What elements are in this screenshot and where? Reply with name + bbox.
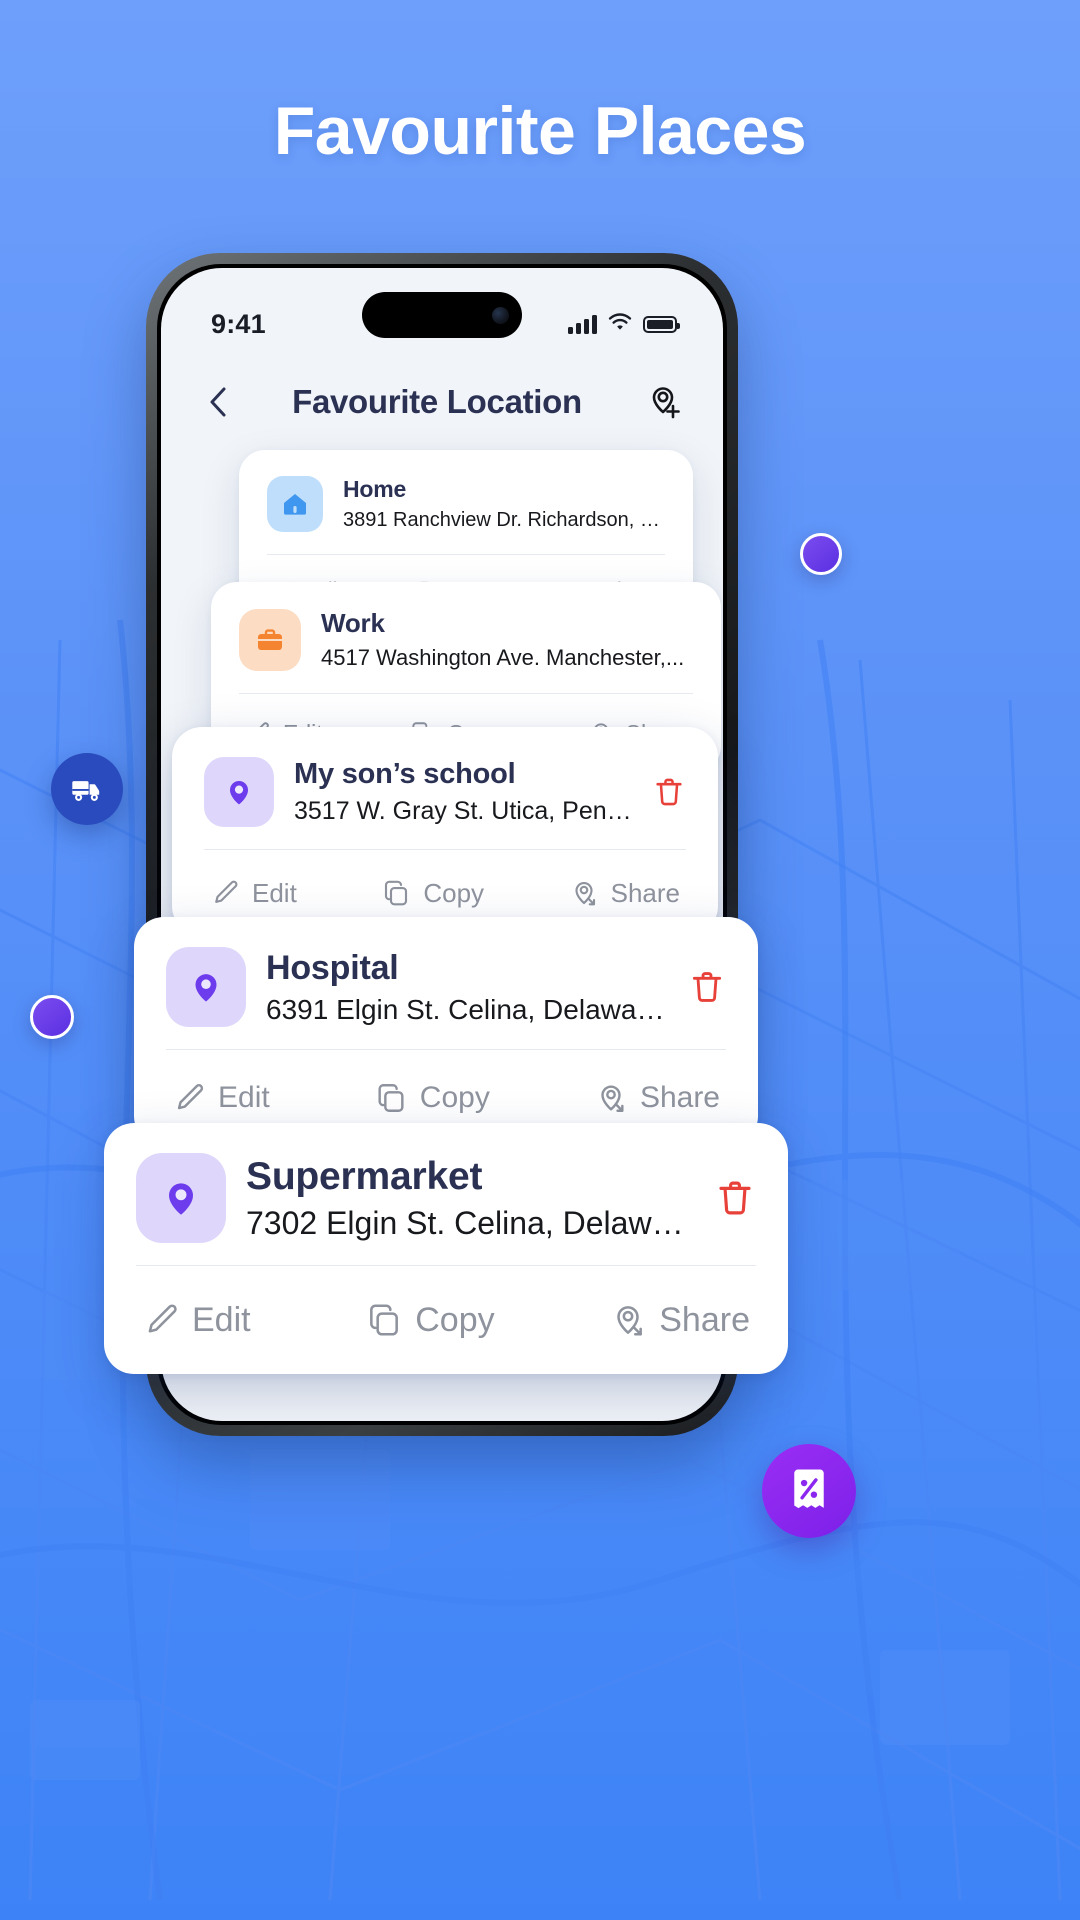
delivery-truck-icon — [72, 781, 100, 801]
page-title: Favourite Places — [273, 93, 807, 169]
card-header: My son’s school 3517 W. Gray St. Utica, … — [204, 757, 686, 827]
location-name: Home — [343, 476, 407, 502]
delete-button[interactable] — [714, 1177, 756, 1219]
share-label: Share — [659, 1300, 750, 1339]
share-action[interactable]: Share — [594, 1081, 720, 1115]
wifi-icon — [608, 312, 632, 336]
dynamic-island — [362, 292, 522, 338]
decorative-dot-right — [800, 533, 842, 575]
copy-label: Copy — [415, 1300, 495, 1339]
location-address: 3891 Ranchview Dr. Richardson, Cal... — [343, 509, 665, 531]
location-card-hospital[interactable]: Hospital 6391 Elgin St. Celina, Delaware… — [134, 917, 758, 1146]
location-name: Hospital — [266, 948, 399, 987]
copy-action[interactable]: Copy — [381, 878, 484, 909]
share-action[interactable]: Share — [569, 878, 680, 909]
edit-label: Edit — [192, 1300, 251, 1339]
card-text-block: My son’s school 3517 W. Gray St. Utica, … — [294, 758, 632, 826]
delete-button[interactable] — [688, 968, 726, 1006]
location-name: My son’s school — [294, 758, 516, 790]
location-address: 6391 Elgin St. Celina, Delaware 102... — [266, 993, 668, 1025]
add-location-button[interactable] — [639, 378, 687, 426]
location-address: 3517 W. Gray St. Utica, Pennsylvani... — [294, 797, 632, 825]
edit-action[interactable]: Edit — [172, 1081, 270, 1115]
card-text-block: Work 4517 Washington Ave. Manchester,... — [321, 608, 693, 671]
edit-label: Edit — [218, 1081, 270, 1114]
card-text-block: Hospital 6391 Elgin St. Celina, Delaware… — [266, 949, 668, 1026]
card-actions: Edit Copy Share — [136, 1266, 756, 1374]
location-name: Work — [321, 608, 385, 638]
app-header: Favourite Location — [161, 354, 723, 450]
card-text-block: Home 3891 Ranchview Dr. Richardson, Cal.… — [343, 476, 665, 532]
share-label: Share — [610, 877, 680, 908]
location-address: 7302 Elgin St. Celina, Delaware 102... — [246, 1204, 694, 1241]
copy-action[interactable]: Copy — [374, 1081, 490, 1115]
edit-action[interactable]: Edit — [142, 1301, 251, 1340]
location-name: Supermarket — [246, 1154, 483, 1198]
briefcase-icon — [239, 608, 301, 671]
copy-label: Copy — [419, 1081, 490, 1114]
discount-receipt-icon — [794, 1469, 824, 1509]
decorative-dot-left — [30, 995, 74, 1039]
promo-discount-badge[interactable] — [762, 1444, 856, 1538]
card-header: Home 3891 Ranchview Dr. Richardson, Cal.… — [267, 476, 665, 532]
edit-label: Edit — [252, 877, 297, 908]
map-pin-icon — [136, 1153, 226, 1243]
card-header: Work 4517 Washington Ave. Manchester,... — [239, 608, 693, 671]
card-header: Supermarket 7302 Elgin St. Celina, Delaw… — [136, 1153, 756, 1243]
edit-action[interactable]: Edit — [210, 878, 297, 909]
battery-icon — [643, 315, 680, 333]
copy-action[interactable]: Copy — [365, 1300, 495, 1340]
card-header: Hospital 6391 Elgin St. Celina, Delaware… — [166, 947, 726, 1027]
map-pin-icon — [166, 947, 246, 1027]
location-address: 4517 Washington Ave. Manchester,... — [321, 645, 685, 670]
location-card-my-sons-school[interactable]: My son’s school 3517 W. Gray St. Utica, … — [172, 727, 718, 936]
status-time: 9:41 — [211, 308, 266, 339]
card-text-block: Supermarket 7302 Elgin St. Celina, Delaw… — [246, 1155, 694, 1242]
house-icon — [267, 476, 323, 532]
delivery-truck-badge[interactable] — [51, 753, 123, 825]
page-header-title: Favourite Location — [292, 383, 582, 420]
copy-label: Copy — [423, 877, 485, 908]
front-camera-icon — [492, 306, 509, 324]
status-icons — [568, 312, 680, 336]
map-pin-icon — [204, 757, 274, 827]
share-label: Share — [639, 1081, 720, 1114]
location-card-supermarket[interactable]: Supermarket 7302 Elgin St. Celina, Delaw… — [104, 1123, 788, 1374]
cellular-signal-icon — [568, 314, 597, 334]
delete-button[interactable] — [652, 775, 686, 809]
share-action[interactable]: Share — [609, 1301, 750, 1340]
